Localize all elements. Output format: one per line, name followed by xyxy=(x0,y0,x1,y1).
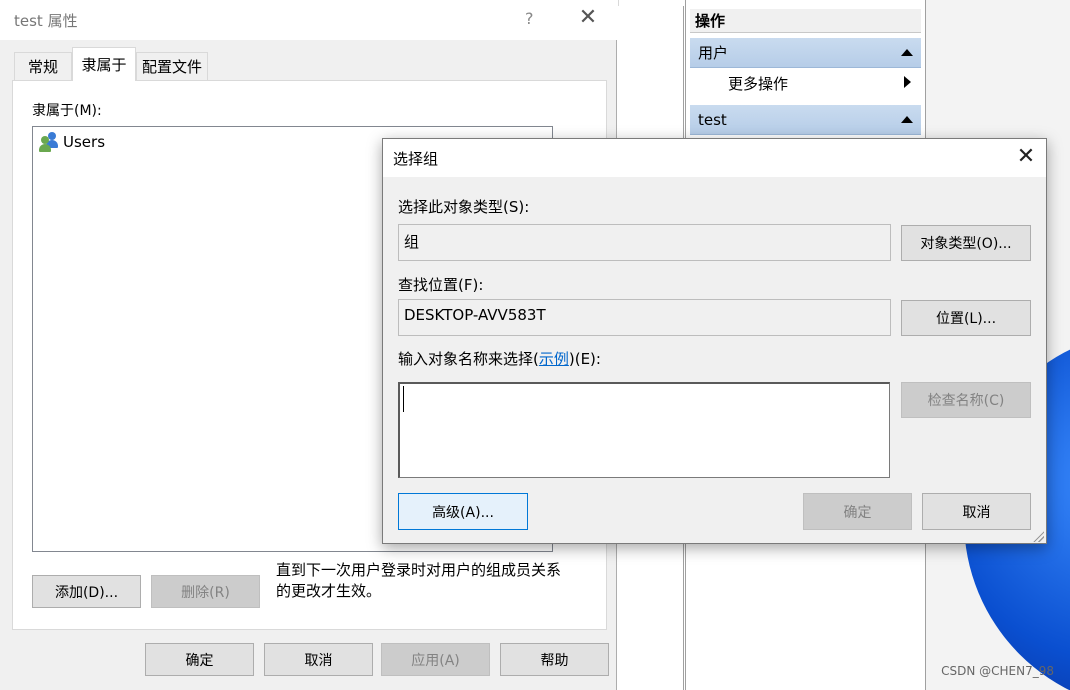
location-field: DESKTOP-AVV583T xyxy=(398,299,891,336)
location-label: 查找位置(F): xyxy=(398,276,484,294)
close-icon[interactable]: ✕ xyxy=(577,6,599,30)
add-button[interactable]: 添加(D)... xyxy=(32,575,141,608)
help-button[interactable]: 帮助 xyxy=(500,643,609,676)
actions-group-test[interactable]: test xyxy=(690,105,921,135)
more-actions-label: 更多操作 xyxy=(728,74,789,93)
actions-header: 操作 xyxy=(690,9,921,33)
user-group-icon xyxy=(38,132,60,152)
submenu-arrow-icon xyxy=(904,76,911,88)
select-group-titlebar xyxy=(383,139,1046,177)
object-type-field: 组 xyxy=(398,224,891,261)
more-actions-item[interactable]: 更多操作 xyxy=(690,68,921,98)
ok-button[interactable]: 确定 xyxy=(145,643,254,676)
resize-grip[interactable] xyxy=(1032,530,1044,542)
enter-names-label-suffix: )(E): xyxy=(568,350,601,368)
check-names-button[interactable]: 检查名称(C) xyxy=(901,382,1031,418)
object-names-input[interactable] xyxy=(398,382,890,478)
text-caret xyxy=(403,386,404,412)
tab-profile[interactable]: 配置文件 xyxy=(136,52,208,80)
member-of-label: 隶属于(M): xyxy=(32,103,102,119)
list-item[interactable]: Users xyxy=(38,132,105,152)
enter-names-label-prefix: 输入对象名称来选择( xyxy=(398,350,539,368)
ok-button[interactable]: 确定 xyxy=(803,493,912,530)
enter-names-label: 输入对象名称来选择(示例)(E): xyxy=(398,348,601,369)
close-icon[interactable]: ✕ xyxy=(1015,145,1037,169)
member-name: Users xyxy=(63,133,106,151)
cancel-button[interactable]: 取消 xyxy=(264,643,373,676)
tab-member-of[interactable]: 隶属于 xyxy=(72,47,136,81)
actions-group-users[interactable]: 用户 xyxy=(690,38,921,68)
object-type-label: 选择此对象类型(S): xyxy=(398,198,530,216)
actions-group-label: test xyxy=(698,110,727,129)
apply-button[interactable]: 应用(A) xyxy=(381,643,490,676)
examples-link[interactable]: 示例 xyxy=(539,350,569,368)
cancel-button[interactable]: 取消 xyxy=(922,493,1031,530)
watermark: CSDN @CHEN7_98 xyxy=(941,664,1054,678)
locations-button[interactable]: 位置(L)... xyxy=(901,300,1031,336)
tab-general[interactable]: 常规 xyxy=(14,52,72,80)
object-types-button[interactable]: 对象类型(O)... xyxy=(901,225,1031,261)
membership-note: 直到下一次用户登录时对用户的组成员关系的更改才生效。 xyxy=(276,561,562,600)
select-group-title: 选择组 xyxy=(393,150,439,168)
collapse-up-icon[interactable] xyxy=(901,116,913,123)
properties-title: test 属性 xyxy=(14,12,78,30)
help-icon[interactable]: ? xyxy=(525,9,534,28)
advanced-button[interactable]: 高级(A)... xyxy=(398,493,528,530)
remove-button[interactable]: 删除(R) xyxy=(151,575,260,608)
actions-group-label: 用户 xyxy=(698,44,729,62)
collapse-up-icon[interactable] xyxy=(901,49,913,56)
